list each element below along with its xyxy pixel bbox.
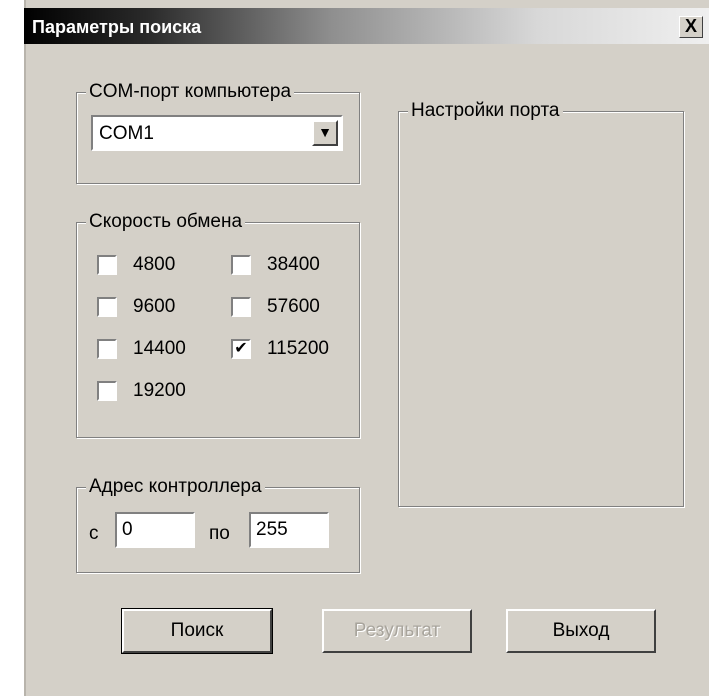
result-button[interactable]: Результат — [322, 609, 472, 653]
close-icon: X — [684, 16, 697, 36]
checkbox-label: 14400 — [133, 338, 186, 359]
address-from-input[interactable] — [115, 512, 195, 548]
checkbox-label: 115200 — [267, 338, 329, 359]
search-button[interactable]: Поиск — [121, 608, 273, 654]
checkbox-box[interactable] — [97, 339, 117, 359]
address-group: Адрес контроллера с по — [76, 476, 360, 573]
speed-legend: Скорость обмена — [86, 211, 246, 233]
exit-button[interactable]: Выход — [506, 609, 656, 653]
checkbox-label: 19200 — [133, 380, 186, 401]
checkbox-label: 57600 — [267, 296, 320, 317]
address-to-label: по — [209, 523, 230, 544]
speed-group: Скорость обмена 4800 9600 14400 19200 38… — [76, 211, 360, 438]
checkbox-box[interactable] — [97, 381, 117, 401]
address-legend: Адрес контроллера — [86, 476, 265, 498]
check-icon: ✔ — [234, 340, 248, 357]
address-from-label: с — [89, 523, 99, 544]
checkbox-label: 38400 — [267, 254, 320, 275]
checkbox-box[interactable] — [231, 297, 251, 317]
dropdown-button[interactable]: ▼ — [312, 120, 338, 146]
port-settings-group: Настройки порта — [398, 100, 684, 507]
address-to-input[interactable] — [249, 512, 329, 548]
search-params-dialog: Параметры поиска X COM-порт компьютера C… — [24, 0, 709, 696]
com-port-legend: COM-порт компьютера — [86, 81, 295, 103]
title-bar[interactable]: Параметры поиска X — [24, 8, 709, 44]
checkbox-label: 9600 — [133, 296, 176, 317]
com-port-group: COM-порт компьютера COM1 ▼ — [76, 81, 360, 184]
checkbox-box[interactable] — [97, 255, 117, 275]
com-port-select[interactable]: COM1 ▼ — [91, 115, 343, 151]
port-settings-legend: Настройки порта — [408, 100, 563, 122]
com-port-value: COM1 — [99, 123, 154, 144]
close-button[interactable]: X — [679, 16, 703, 38]
checkbox-box[interactable] — [97, 297, 117, 317]
checkbox-label: 4800 — [133, 254, 176, 275]
checkbox-box[interactable] — [231, 255, 251, 275]
checkbox-box[interactable]: ✔ — [231, 339, 251, 359]
window-title: Параметры поиска — [32, 17, 202, 37]
chevron-down-icon: ▼ — [318, 124, 332, 140]
